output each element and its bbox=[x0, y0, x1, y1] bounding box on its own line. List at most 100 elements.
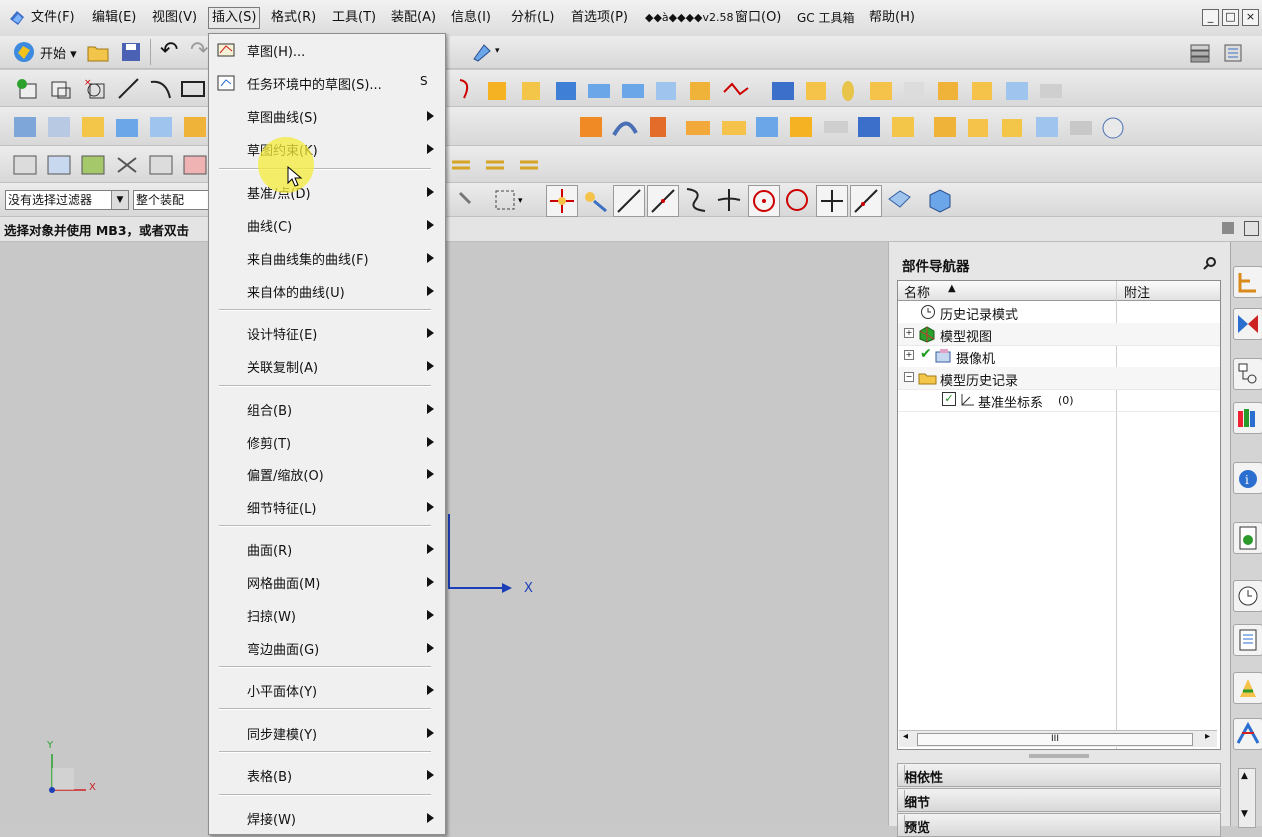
roles-tab[interactable] bbox=[1233, 718, 1262, 750]
menu-item-curve-from-bodies[interactable]: 来自体的曲线(U) bbox=[209, 278, 445, 304]
web-browser-tab[interactable] bbox=[1233, 522, 1262, 554]
menu-item-trim[interactable]: 修剪(T) bbox=[209, 429, 445, 455]
expand-icon[interactable]: + bbox=[904, 328, 914, 338]
menu-item-detail-feature[interactable]: 细节特征(L) bbox=[209, 494, 445, 520]
constraint-navigator-tab[interactable] bbox=[1233, 308, 1262, 340]
scroll-down-icon[interactable]: ▼ bbox=[1241, 809, 1248, 819]
menu-item-flange-surface[interactable]: 弯边曲面(G) bbox=[209, 635, 445, 661]
snap-controlpoint-button[interactable] bbox=[681, 185, 711, 215]
menu-item-synchronous-modeling[interactable]: 同步建模(Y) bbox=[209, 720, 445, 746]
line-icon[interactable] bbox=[116, 76, 142, 102]
section-preview[interactable]: 预览 ⌄ bbox=[897, 813, 1221, 837]
part-navigator-tab[interactable] bbox=[1233, 358, 1262, 390]
column-name-header[interactable]: 名称 bbox=[904, 282, 930, 301]
snap-center-button[interactable] bbox=[748, 185, 780, 217]
sketch-rect-icon[interactable] bbox=[48, 76, 74, 102]
menu-item-sketch[interactable]: 草图(H)... bbox=[209, 37, 445, 63]
menu-assembly[interactable]: 装配(A) bbox=[388, 8, 439, 28]
menu-item-sketch-curve[interactable]: 草图曲线(S) bbox=[209, 103, 445, 129]
splitter-handle[interactable] bbox=[1029, 754, 1089, 758]
sketch-trim-icon[interactable]: × bbox=[82, 76, 108, 102]
menu-item-sketch-constraint[interactable]: 草图约束(K) bbox=[209, 136, 445, 162]
snap-existing-point-button[interactable] bbox=[816, 185, 848, 217]
assembly-icons-strip[interactable] bbox=[12, 113, 212, 141]
menu-window[interactable]: 窗口(O) bbox=[732, 8, 784, 28]
menu-gc-toolbox[interactable]: GC 工具箱 bbox=[794, 8, 858, 28]
select-rectangle-icon[interactable]: ▾ bbox=[452, 185, 532, 215]
save-icon[interactable] bbox=[120, 41, 142, 63]
assembly-navigator-tab[interactable] bbox=[1233, 266, 1262, 298]
resource-scrollbar[interactable]: ▲ ▼ bbox=[1238, 768, 1256, 828]
snap-on-curve-button[interactable] bbox=[850, 185, 882, 217]
expand-icon[interactable]: + bbox=[904, 350, 914, 360]
snap-point-button[interactable] bbox=[546, 185, 578, 217]
checkbox-checked-icon[interactable]: ✓ bbox=[942, 392, 956, 406]
sync-icons-strip[interactable] bbox=[12, 152, 212, 178]
cue-line-icon[interactable] bbox=[1222, 222, 1234, 234]
start-button[interactable]: 开始 ▾ bbox=[40, 43, 77, 62]
menu-tools[interactable]: 工具(T) bbox=[329, 8, 379, 28]
reuse-library-tab[interactable] bbox=[1233, 402, 1262, 434]
body-snap-icon[interactable] bbox=[926, 187, 952, 213]
menu-item-datum-point[interactable]: 基准/点(D) bbox=[209, 179, 445, 205]
paint-dropdown-icon[interactable]: ▾ bbox=[495, 46, 500, 56]
tree-h-scrollbar[interactable]: ◂ III ▸ bbox=[899, 730, 1217, 747]
face-snap-icon[interactable] bbox=[886, 187, 912, 213]
menu-insert[interactable]: 插入(S) bbox=[208, 7, 261, 29]
column-note-header[interactable]: 附注 bbox=[1124, 282, 1150, 301]
menu-item-curve-from-curves[interactable]: 来自曲线集的曲线(F) bbox=[209, 245, 445, 271]
pin-icon[interactable] bbox=[1203, 256, 1217, 270]
tree-row-history-mode[interactable]: 历史记录模式 bbox=[898, 301, 1220, 324]
menu-item-design-feature[interactable]: 设计特征(E) bbox=[209, 320, 445, 346]
scroll-up-icon[interactable]: ▲ bbox=[1241, 771, 1248, 781]
snap-midpoint-button[interactable] bbox=[647, 185, 679, 217]
tree-row-model-views[interactable]: + 模型视图 bbox=[898, 323, 1220, 346]
collapse-icon[interactable]: − bbox=[904, 372, 914, 382]
menu-item-surface[interactable]: 曲面(R) bbox=[209, 536, 445, 562]
tree-row-cameras[interactable]: + ✔ 摄像机 bbox=[898, 345, 1220, 368]
rectangle-icon[interactable] bbox=[180, 78, 206, 100]
menu-preferences[interactable]: 首选项(P) bbox=[568, 8, 631, 28]
layer-icon[interactable] bbox=[1188, 41, 1212, 63]
section-dependencies[interactable]: 相依性 ⌄ bbox=[897, 763, 1221, 787]
snap-quadrant-button[interactable] bbox=[782, 185, 812, 215]
layer-settings-icon[interactable] bbox=[1222, 41, 1246, 63]
menu-analysis[interactable]: 分析(L) bbox=[508, 8, 557, 28]
menu-item-mesh-surface[interactable]: 网格曲面(M) bbox=[209, 569, 445, 595]
start-icon[interactable] bbox=[12, 40, 36, 64]
scroll-thumb[interactable]: III bbox=[917, 733, 1193, 746]
minimize-button[interactable]: _ bbox=[1202, 9, 1219, 26]
menu-plugin[interactable]: ◆◆à◆◆◆◆v2.58 bbox=[642, 8, 737, 28]
snap-endpoint-button[interactable] bbox=[613, 185, 645, 217]
close-button[interactable]: × bbox=[1242, 9, 1259, 26]
snap-intersection-button[interactable] bbox=[714, 185, 744, 215]
layer-icons-strip[interactable] bbox=[448, 152, 558, 178]
scroll-right-icon[interactable]: ▸ bbox=[1205, 731, 1210, 742]
tree-row-datum-csys[interactable]: ✓ 基准坐标系 (0) bbox=[898, 389, 1220, 412]
menu-information[interactable]: 信息(I) bbox=[448, 8, 494, 28]
snap-settings-button[interactable] bbox=[580, 185, 610, 215]
menu-item-sketch-in-task[interactable]: 任务环境中的草图(S)... S bbox=[209, 70, 445, 96]
section-details[interactable]: 细节 ⌄ bbox=[897, 788, 1221, 812]
restore-button[interactable]: □ bbox=[1222, 9, 1239, 26]
scroll-left-icon[interactable]: ◂ bbox=[903, 731, 908, 742]
arc-icon[interactable] bbox=[148, 76, 174, 102]
menu-item-offset-scale[interactable]: 偏置/缩放(O) bbox=[209, 461, 445, 487]
history-tab[interactable] bbox=[1233, 580, 1262, 612]
menu-item-weld[interactable]: 焊接(W) bbox=[209, 805, 445, 831]
selection-scope-dropdown[interactable]: 整个装配 bbox=[133, 190, 213, 210]
paint-icon[interactable] bbox=[470, 41, 492, 63]
redo-icon[interactable]: ↷ bbox=[190, 38, 208, 63]
menu-edit[interactable]: 编辑(E) bbox=[89, 8, 139, 28]
type-filter-dropdown[interactable]: 没有选择过滤器 ▼ bbox=[5, 190, 129, 210]
navigator-tree[interactable]: 名称 ▲ 附注 历史记录模式 + 模型视图 + ✔ 摄像机 − 模型历史记录 ✓… bbox=[897, 280, 1221, 750]
menu-help[interactable]: 帮助(H) bbox=[866, 8, 918, 28]
menu-item-combine[interactable]: 组合(B) bbox=[209, 396, 445, 422]
menu-item-associative-copy[interactable]: 关联复制(A) bbox=[209, 353, 445, 379]
sketch-point-icon[interactable] bbox=[14, 76, 40, 102]
menu-file[interactable]: 文件(F) bbox=[28, 8, 78, 28]
fullscreen-icon[interactable] bbox=[1244, 221, 1259, 236]
undo-icon[interactable]: ↶ bbox=[160, 38, 178, 63]
menu-view[interactable]: 视图(V) bbox=[149, 8, 200, 28]
visualization-tab[interactable] bbox=[1233, 672, 1262, 704]
